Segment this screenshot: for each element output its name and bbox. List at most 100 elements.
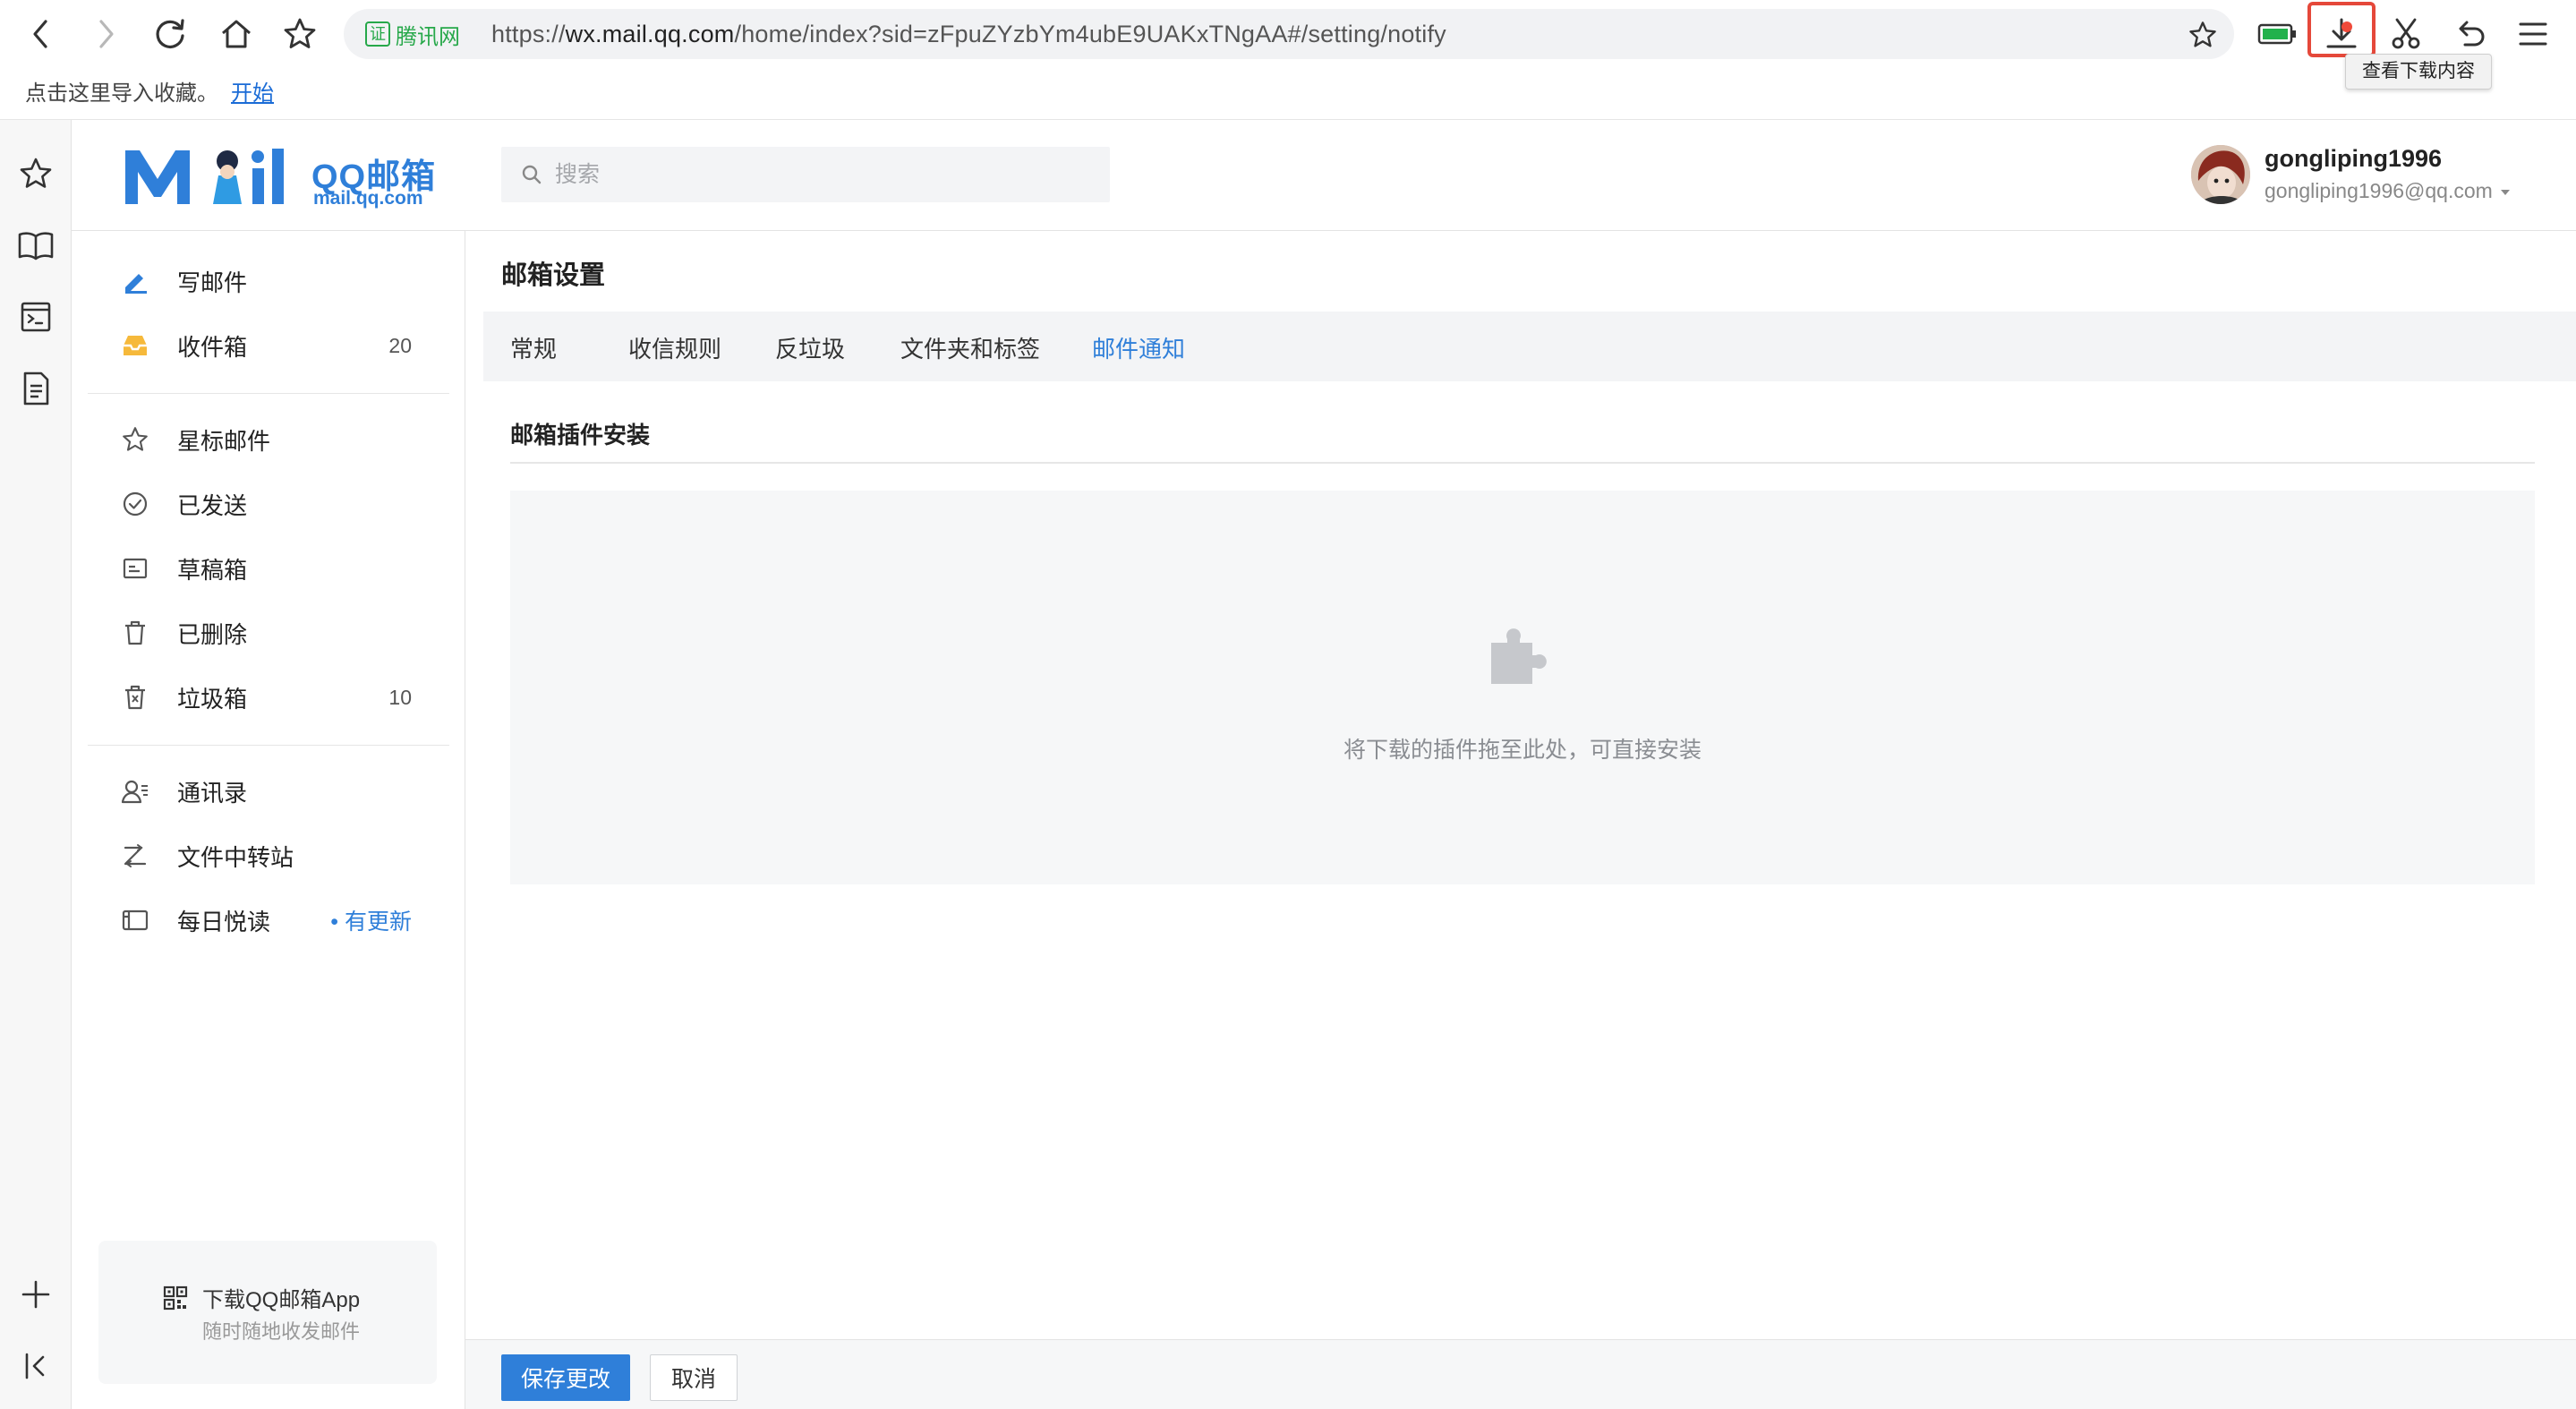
rail-reading[interactable]	[16, 226, 55, 265]
tab-anti-spam[interactable]: 反垃圾	[775, 331, 845, 364]
sidebar-item-drafts[interactable]: 草稿箱	[88, 541, 449, 596]
plugin-dropzone[interactable]: 将下载的插件拖至此处，可直接安装	[510, 491, 2535, 884]
screenshot-button[interactable]	[2384, 14, 2427, 54]
reload-button[interactable]	[150, 14, 190, 54]
sidebar-item-spam[interactable]: 垃圾箱 10	[88, 670, 449, 725]
star-icon	[20, 158, 52, 188]
book-icon	[18, 232, 54, 260]
sidebar-label-spam: 垃圾箱	[177, 685, 248, 713]
tab-receive-rules[interactable]: 收信规则	[628, 331, 721, 364]
star-icon	[2189, 21, 2216, 47]
sidebar-item-daily-read[interactable]: 每日悦读 • 有更新	[88, 892, 449, 948]
mail-search-box[interactable]	[501, 147, 1110, 202]
home-icon	[222, 20, 251, 48]
secure-cert-badge[interactable]: 证 腾讯网	[365, 21, 460, 49]
cancel-button[interactable]: 取消	[650, 1354, 738, 1401]
battery-button[interactable]	[2256, 14, 2299, 54]
settings-tabbar: 常规 收信规则 反垃圾 文件夹和标签 邮件通知	[483, 312, 2576, 381]
notification-dot	[2341, 21, 2352, 32]
mail-header: QQ邮箱 mail.qq.com gongliping1996 gonglipi…	[72, 120, 2576, 231]
scissors-icon	[2392, 18, 2420, 49]
bookmark-import-message: 点击这里导入收藏。	[25, 81, 218, 106]
tab-mail-notify[interactable]: 邮件通知	[1092, 331, 1185, 364]
undo-close-button[interactable]	[2449, 14, 2492, 54]
rail-favorites[interactable]	[16, 154, 55, 193]
search-icon	[522, 165, 542, 184]
rail-notes[interactable]	[16, 369, 55, 408]
qr-code-icon	[163, 1285, 188, 1311]
puzzle-icon	[1491, 628, 1547, 684]
sidebar-label-deleted: 已删除	[177, 620, 248, 648]
rail-collapse[interactable]	[16, 1346, 55, 1386]
search-input[interactable]	[555, 154, 1092, 195]
sidebar-label-file-transfer: 文件中转站	[177, 843, 294, 871]
terminal-icon	[21, 302, 51, 332]
reload-icon	[156, 19, 184, 48]
sidebar-label-starred: 星标邮件	[177, 427, 271, 455]
sidebar-divider	[88, 393, 449, 394]
url-host: wx.mail.qq.com	[565, 21, 735, 47]
tab-folders-labels[interactable]: 文件夹和标签	[900, 331, 1040, 364]
sidebar-item-compose[interactable]: 写邮件	[88, 253, 449, 309]
document-icon	[23, 371, 49, 406]
rail-console[interactable]	[16, 297, 55, 337]
hamburger-icon	[2519, 22, 2547, 46]
contacts-icon	[120, 776, 150, 807]
qq-mail-logo[interactable]: QQ邮箱 mail.qq.com	[122, 141, 444, 213]
bookmark-star-button[interactable]	[280, 14, 320, 54]
sidebar-label-contacts: 通讯录	[177, 779, 248, 807]
battery-icon	[2257, 23, 2296, 45]
tab-general[interactable]: 常规	[510, 331, 557, 364]
settings-main: 邮箱设置 常规 收信规则 反垃圾 文件夹和标签 邮件通知 邮箱插件安装 将下载的…	[465, 231, 2576, 1409]
sidebar-item-contacts[interactable]: 通讯录	[88, 764, 449, 819]
browser-side-rail	[0, 120, 72, 1409]
download-app-card[interactable]: 下载QQ邮箱App 随时随地收发邮件	[98, 1241, 437, 1384]
mail-logo-icon	[125, 149, 284, 204]
bookmark-import-link[interactable]: 开始	[231, 75, 274, 107]
url-prefix: https://	[491, 21, 566, 47]
compose-icon	[120, 266, 150, 296]
sidebar-item-sent[interactable]: 已发送	[88, 476, 449, 532]
collapse-icon	[25, 1353, 45, 1379]
inbox-count-badge: 20	[388, 333, 412, 357]
sidebar-item-deleted[interactable]: 已删除	[88, 605, 449, 661]
transfer-icon	[120, 841, 150, 871]
sidebar-label-inbox: 收件箱	[177, 333, 248, 361]
add-favorite-button[interactable]	[2188, 20, 2218, 50]
sidebar-item-inbox[interactable]: 收件箱 20	[88, 318, 449, 373]
mail-sidebar: 写邮件 收件箱 20 星标邮件 已发送 草稿箱 已删除 垃圾箱 10 通讯录 文…	[72, 231, 465, 1409]
chevron-down-icon	[2500, 189, 2511, 196]
sidebar-label-compose: 写邮件	[177, 269, 248, 296]
url-text[interactable]: https://wx.mail.qq.com/home/index?sid=zF…	[491, 21, 1446, 48]
plus-icon	[21, 1280, 50, 1309]
daily-update-badge: • 有更新	[330, 909, 412, 935]
save-button[interactable]: 保存更改	[501, 1354, 630, 1401]
section-title: 邮箱插件安装	[510, 422, 651, 448]
star-icon	[120, 424, 150, 455]
back-button[interactable]	[21, 14, 61, 54]
address-bar[interactable]: 证 腾讯网 https://wx.mail.qq.com/home/index?…	[344, 9, 2234, 59]
reading-icon	[120, 905, 150, 935]
sidebar-label-sent: 已发送	[177, 491, 248, 519]
downloads-button[interactable]	[2320, 14, 2363, 54]
settings-footer: 保存更改 取消	[465, 1339, 2576, 1409]
rail-add[interactable]	[16, 1275, 55, 1314]
sidebar-item-starred[interactable]: 星标邮件	[88, 412, 449, 467]
spam-bin-icon	[120, 682, 150, 713]
home-button[interactable]	[217, 14, 256, 54]
sidebar-item-file-transfer[interactable]: 文件中转站	[88, 828, 449, 884]
dropzone-hint: 将下载的插件拖至此处，可直接安装	[1343, 738, 1702, 763]
url-path: /home/index?sid=zFpuZYzbYm4ubE9UAKxTNgAA…	[734, 21, 1446, 47]
app-card-subtitle: 随时随地收发邮件	[202, 1320, 361, 1343]
drafts-icon	[120, 553, 150, 584]
forward-button[interactable]	[86, 14, 125, 54]
browser-toolbar: 证 腾讯网 https://wx.mail.qq.com/home/index?…	[0, 0, 2576, 90]
user-email-text: gongliping1996@qq.com	[2265, 179, 2493, 202]
download-icon	[2326, 18, 2357, 48]
menu-button[interactable]	[2512, 14, 2555, 54]
user-avatar[interactable]	[2191, 145, 2250, 204]
section-divider	[510, 462, 2535, 464]
user-email[interactable]: gongliping1996@qq.com	[2265, 179, 2511, 203]
bookmark-bar: 点击这里导入收藏。 开始	[0, 68, 2576, 120]
user-name[interactable]: gongliping1996	[2265, 145, 2442, 173]
